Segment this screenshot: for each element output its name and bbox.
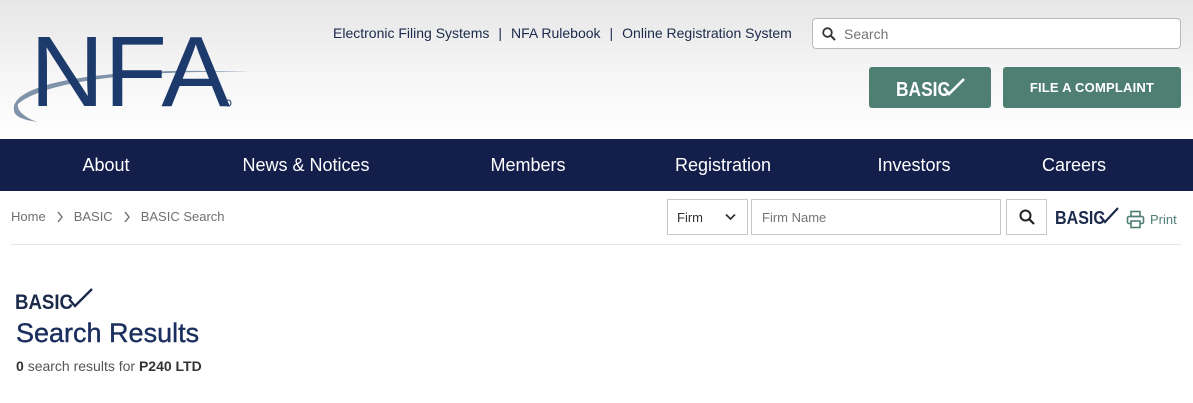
link-separator: | [609, 25, 614, 41]
file-complaint-button[interactable]: FILE A COMPLAINT [1003, 67, 1181, 108]
results-summary: 0 search results for P240 LTD [16, 358, 202, 374]
basic-logo: BASIC [896, 77, 965, 100]
results-middle-text: search results for [27, 358, 136, 374]
nav-item-investors[interactable]: Investors [877, 139, 950, 191]
site-search-input[interactable] [842, 24, 1162, 43]
chevron-down-icon [725, 213, 736, 221]
logo-text: NFA [30, 26, 230, 126]
basic-button[interactable]: BASIC [869, 67, 991, 108]
basic-logo-small[interactable]: BASIC [1055, 205, 1121, 232]
basic-logo-text: BASIC [896, 79, 950, 100]
link-online-registration[interactable]: Online Registration System [622, 25, 792, 41]
results-count: 0 [16, 358, 24, 374]
basic-search-button[interactable] [1006, 199, 1047, 235]
results-query: P240 LTD [138, 358, 202, 374]
nav-item-about[interactable]: About [82, 139, 129, 191]
basic-logo-text: BASIC [1055, 208, 1105, 227]
nfa-logo-graphic: NFA [13, 16, 250, 128]
link-electronic-filing[interactable]: Electronic Filing Systems [333, 25, 489, 41]
main-nav: About News & Notices Members Registratio… [0, 139, 1193, 191]
chevron-right-icon [57, 211, 63, 222]
basic-logo: BASIC [15, 288, 93, 314]
site-search-box[interactable] [812, 18, 1181, 49]
chevron-right-icon [124, 211, 130, 222]
search-icon [822, 26, 836, 41]
link-nfa-rulebook[interactable]: NFA Rulebook [511, 25, 601, 41]
basic-logo-heading: BASIC [15, 286, 95, 317]
breadcrumb: Home BASIC BASIC Search [11, 209, 225, 224]
firm-name-input[interactable] [751, 199, 1001, 235]
site-header: NFA Electronic Filing Systems | NFA Rule… [0, 0, 1193, 139]
printer-icon [1126, 210, 1145, 229]
nfa-logo[interactable]: NFA [8, 16, 254, 128]
search-type-select[interactable]: Firm [667, 199, 748, 235]
toolbar-divider [11, 244, 1181, 245]
page-title: Search Results [16, 318, 200, 348]
print-label: Print [1150, 212, 1177, 227]
link-separator: | [498, 25, 503, 41]
nav-item-news-notices[interactable]: News & Notices [242, 139, 369, 191]
breadcrumb-home[interactable]: Home [11, 209, 46, 224]
basic-logo-text: BASIC [15, 291, 73, 312]
nav-item-registration[interactable]: Registration [675, 139, 771, 191]
nav-item-careers[interactable]: Careers [1042, 139, 1106, 191]
utility-links: Electronic Filing Systems | NFA Rulebook… [333, 25, 792, 41]
search-type-value: Firm [677, 209, 703, 225]
breadcrumb-basic[interactable]: BASIC [74, 209, 113, 224]
basic-logo: BASIC [1055, 207, 1119, 228]
breadcrumb-current: BASIC Search [140, 209, 225, 224]
search-icon [1019, 209, 1035, 225]
nav-item-members[interactable]: Members [490, 139, 565, 191]
print-button[interactable]: Print [1126, 210, 1177, 229]
